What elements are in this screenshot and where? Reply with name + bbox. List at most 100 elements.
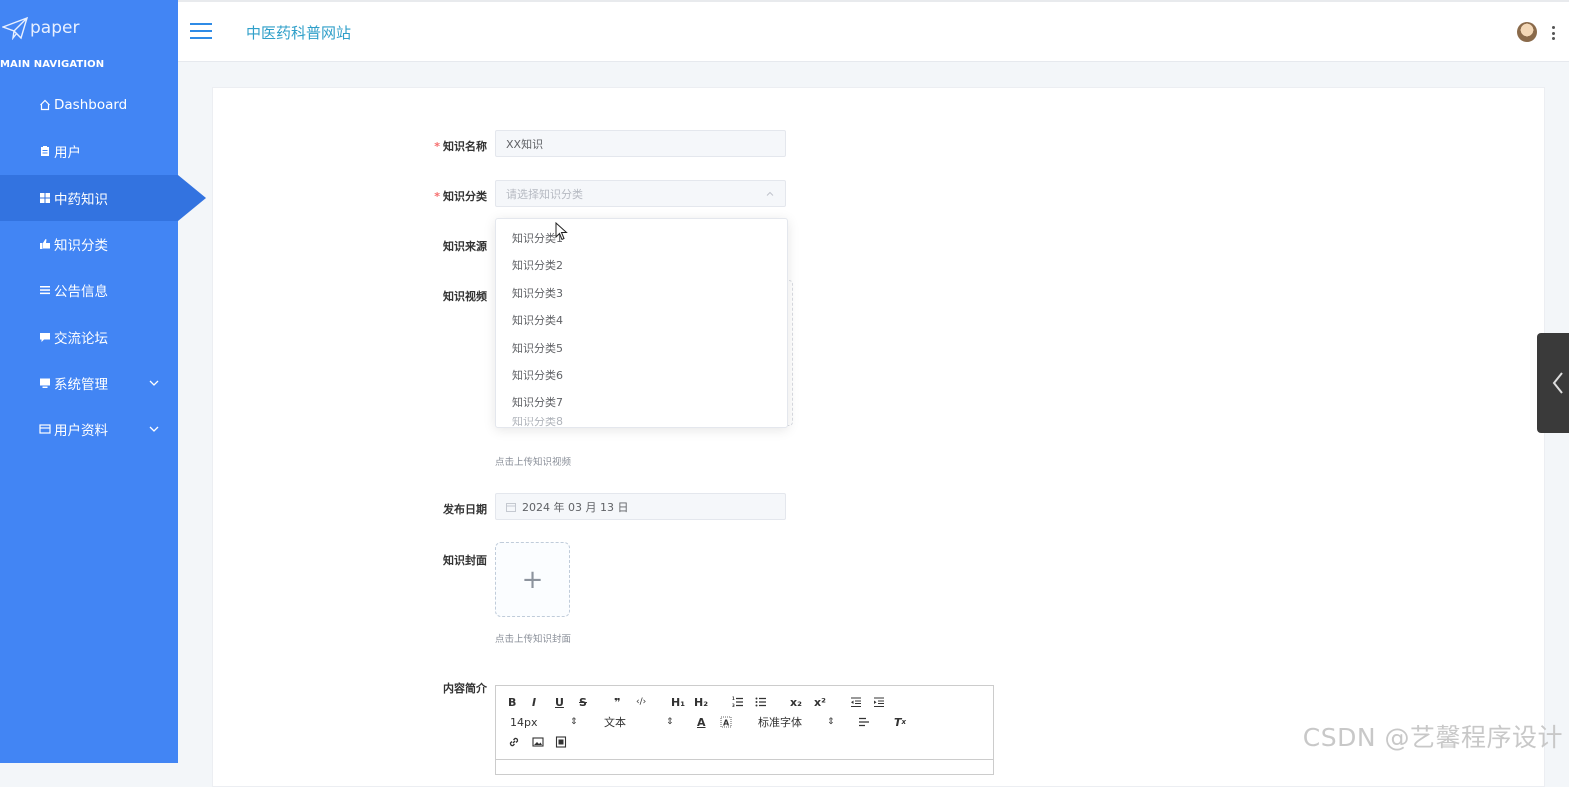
dropdown-option[interactable]: 知识分类4 [496, 307, 787, 334]
category-label-text: 知识分类 [443, 190, 487, 203]
date-picker[interactable]: 2024 年 03 月 13 日 [495, 493, 786, 520]
video-icon[interactable] [555, 734, 567, 750]
paper-plane-icon [2, 16, 28, 40]
top-header: 中医药科普网站 [178, 0, 1569, 62]
category-select[interactable]: 请选择知识分类 [495, 180, 786, 207]
site-title: 中医药科普网站 [246, 24, 352, 42]
logo-text: paper [30, 18, 80, 38]
category-label: * 知识分类 [407, 188, 487, 204]
sidebar-item-knowledge-category[interactable]: 知识分类 [0, 221, 178, 267]
sidebar: paper MAIN NAVIGATION Dashboard 用户 中药知识 … [0, 0, 206, 763]
sidebar-item-label: 中药知识 [54, 192, 108, 208]
date-label: 发布日期 [443, 503, 487, 516]
source-label: 知识来源 [443, 240, 487, 253]
sidebar-item-label: Dashboard [54, 97, 128, 113]
link-icon[interactable] [508, 734, 520, 750]
sidebar-item-dashboard[interactable]: Dashboard [0, 82, 178, 128]
sidebar-item-label: 交流论坛 [54, 331, 108, 347]
editor-divider [496, 759, 993, 760]
chevron-down-icon[interactable] [148, 423, 160, 435]
required-mark: * [434, 140, 440, 153]
avatar[interactable] [1517, 22, 1537, 42]
indent-icon[interactable] [873, 694, 885, 710]
sidebar-item-label: 公告信息 [54, 284, 108, 300]
mouse-cursor-icon [555, 222, 568, 241]
cover-upload-hint: 点击上传知识封面 [495, 634, 572, 645]
dropdown-option[interactable]: 知识分类3 [496, 280, 787, 307]
code-block-button[interactable]: ‹/› [636, 694, 646, 710]
sidebar-item-herb-knowledge[interactable]: 中药知识 [0, 175, 206, 221]
video-upload-hint: 点击上传知识视频 [495, 457, 572, 468]
cover-upload-button[interactable]: + [495, 542, 570, 617]
bold-button[interactable]: B [508, 694, 516, 710]
svg-text:3: 3 [732, 703, 735, 708]
sidebar-item-label: 用户资料 [54, 423, 108, 439]
cover-label: 知识封面 [443, 554, 487, 567]
name-input[interactable]: XX知识 [495, 130, 786, 157]
image-icon[interactable] [532, 734, 544, 750]
font-family-select[interactable]: 标准字体 [758, 714, 802, 730]
sidebar-item-announcements[interactable]: 公告信息 [0, 267, 178, 313]
chevron-left-icon [1552, 372, 1563, 394]
home-icon [39, 99, 51, 111]
plus-icon: + [521, 564, 544, 595]
chevron-down-icon[interactable] [148, 377, 160, 389]
nav-section-title: MAIN NAVIGATION [0, 59, 105, 70]
clipboard-icon [39, 145, 51, 157]
select-arrows-icon: ⇕ [570, 717, 578, 727]
thumbs-up-icon [39, 238, 51, 250]
svg-text:A: A [723, 719, 730, 728]
dropdown-option[interactable]: 知识分类7 [496, 389, 787, 416]
sidebar-item-users[interactable]: 用户 [0, 128, 178, 174]
intro-label: 内容简介 [443, 682, 487, 695]
italic-button[interactable]: I [532, 694, 536, 710]
rich-text-editor: B I U S ❞ ‹/› H₁ H₂ 13 x₂ x² 14px ⇕ 文本 ⇕… [495, 685, 994, 775]
app-logo[interactable]: paper [2, 14, 79, 42]
monitor-icon [39, 377, 51, 389]
dropdown-option[interactable]: 知识分类5 [496, 335, 787, 362]
strike-button[interactable]: S [579, 694, 587, 710]
subscript-button[interactable]: x₂ [790, 694, 802, 710]
required-mark: * [434, 190, 440, 203]
underline-button[interactable]: U [555, 694, 564, 710]
sidebar-item-label: 知识分类 [54, 238, 108, 254]
h1-button[interactable]: H₁ [671, 694, 685, 710]
watermark: CSDN @艺馨程序设计 [1302, 723, 1563, 752]
id-card-icon [39, 423, 51, 435]
dropdown-option[interactable]: 知识分类6 [496, 362, 787, 389]
superscript-button[interactable]: x² [814, 694, 826, 710]
date-value: 2024 年 03 月 13 日 [522, 500, 629, 514]
sidebar-item-label: 用户 [54, 145, 81, 161]
svg-text:1: 1 [732, 696, 735, 701]
name-label-text: 知识名称 [443, 140, 487, 153]
more-options-icon[interactable] [1551, 26, 1555, 40]
h2-button[interactable]: H₂ [694, 694, 708, 710]
dropdown-option[interactable]: 知识分类8 [496, 417, 787, 427]
background-color-icon[interactable]: A [720, 714, 732, 730]
outdent-icon[interactable] [850, 694, 862, 710]
category-dropdown: 知识分类1 知识分类2 知识分类3 知识分类4 知识分类5 知识分类6 知识分类… [495, 218, 788, 428]
video-label: 知识视频 [443, 290, 487, 303]
chat-icon [39, 331, 51, 343]
list-icon [39, 284, 51, 296]
grid-icon [39, 192, 51, 204]
bullet-list-icon[interactable] [755, 694, 767, 710]
dropdown-option[interactable]: 知识分类1 [496, 225, 787, 252]
select-arrows-icon: ⇕ [827, 717, 835, 727]
sidebar-item-system-management[interactable]: 系统管理 [0, 360, 178, 406]
font-size-select[interactable]: 14px [510, 714, 538, 730]
text-style-select[interactable]: 文本 [604, 714, 626, 730]
name-label: * 知识名称 [407, 138, 487, 154]
dropdown-option[interactable]: 知识分类2 [496, 252, 787, 279]
menu-toggle-icon[interactable] [190, 23, 212, 39]
align-icon[interactable] [858, 714, 870, 730]
clear-format-icon[interactable]: Tx [894, 714, 906, 730]
sidebar-item-forum[interactable]: 交流论坛 [0, 314, 178, 360]
ordered-list-icon[interactable]: 13 [732, 694, 744, 710]
calendar-icon [506, 502, 516, 512]
sidebar-item-user-profile[interactable]: 用户资料 [0, 406, 178, 452]
quote-button[interactable]: ❞ [614, 694, 620, 710]
side-panel-toggle[interactable] [1537, 333, 1569, 433]
font-color-icon[interactable]: A [697, 714, 706, 730]
chevron-up-icon [766, 191, 774, 196]
